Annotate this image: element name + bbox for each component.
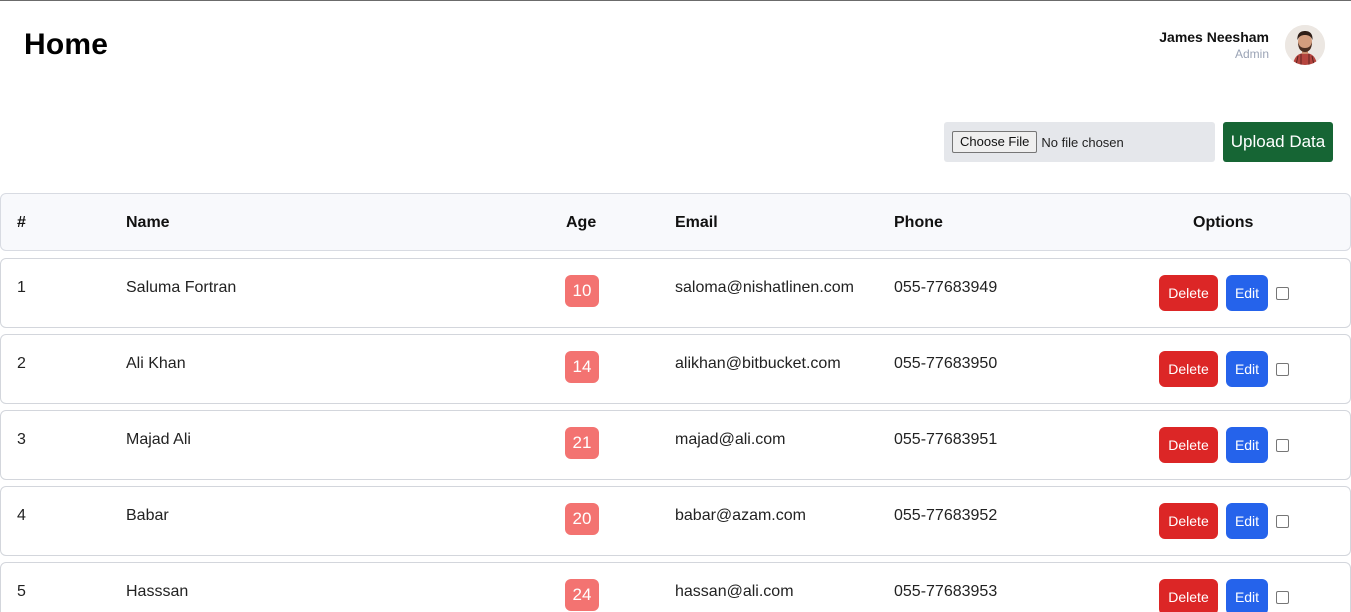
table-header: # Name Age Email Phone Options: [0, 193, 1351, 251]
row-phone: 055-77683950: [894, 355, 998, 372]
row-actions: Delete Edit: [1159, 503, 1289, 539]
row-name: Ali Khan: [126, 355, 186, 372]
file-status: No file chosen: [1041, 134, 1124, 150]
row-name: Majad Ali: [126, 431, 191, 448]
user-profile[interactable]: James Neesham Admin: [1159, 25, 1325, 65]
row-email: hassan@ali.com: [675, 583, 794, 600]
file-input[interactable]: Choose File No file chosen: [944, 122, 1215, 162]
row-email: babar@azam.com: [675, 507, 806, 524]
edit-button[interactable]: Edit: [1226, 275, 1268, 311]
table-row: 2 Ali Khan 14 alikhan@bitbucket.com 055-…: [0, 334, 1351, 404]
page-title: Home: [24, 28, 109, 61]
age-badge: 24: [565, 579, 599, 611]
upload-form: Choose File No file chosen Upload Data: [944, 122, 1333, 162]
row-email: majad@ali.com: [675, 431, 786, 448]
delete-button[interactable]: Delete: [1159, 351, 1218, 387]
column-header-phone: Phone: [894, 214, 943, 231]
row-email: alikhan@bitbucket.com: [675, 355, 841, 372]
age-badge: 21: [565, 427, 599, 459]
delete-button[interactable]: Delete: [1159, 427, 1218, 463]
row-name: Saluma Fortran: [126, 279, 237, 296]
row-email: saloma@nishatlinen.com: [675, 279, 854, 296]
delete-button[interactable]: Delete: [1159, 579, 1218, 612]
edit-button[interactable]: Edit: [1226, 427, 1268, 463]
row-checkbox[interactable]: [1276, 514, 1289, 528]
row-actions: Delete Edit: [1159, 579, 1289, 612]
row-checkbox[interactable]: [1276, 362, 1289, 376]
table-row: 3 Majad Ali 21 majad@ali.com 055-7768395…: [0, 410, 1351, 480]
table-row: 4 Babar 20 babar@azam.com 055-77683952 D…: [0, 486, 1351, 556]
row-name: Babar: [126, 507, 169, 524]
upload-data-button[interactable]: Upload Data: [1223, 122, 1333, 162]
row-phone: 055-77683953: [894, 583, 998, 600]
row-checkbox[interactable]: [1276, 286, 1289, 300]
choose-file-button[interactable]: Choose File: [952, 131, 1038, 153]
row-number: 4: [17, 507, 26, 524]
row-checkbox[interactable]: [1276, 590, 1289, 604]
user-info: James Neesham Admin: [1159, 28, 1269, 62]
age-badge: 20: [565, 503, 599, 535]
delete-button[interactable]: Delete: [1159, 503, 1218, 539]
row-name: Hasssan: [126, 583, 189, 600]
row-phone: 055-77683949: [894, 279, 998, 296]
data-table: # Name Age Email Phone Options 1 Saluma …: [0, 193, 1351, 612]
row-actions: Delete Edit: [1159, 275, 1289, 311]
row-number: 3: [17, 431, 26, 448]
age-badge: 10: [565, 275, 599, 307]
row-phone: 055-77683952: [894, 507, 998, 524]
row-number: 5: [17, 583, 26, 600]
row-phone: 055-77683951: [894, 431, 998, 448]
row-actions: Delete Edit: [1159, 427, 1289, 463]
row-actions: Delete Edit: [1159, 351, 1289, 387]
row-number: 1: [17, 279, 26, 296]
edit-button[interactable]: Edit: [1226, 579, 1268, 612]
age-badge: 14: [565, 351, 599, 383]
edit-button[interactable]: Edit: [1226, 503, 1268, 539]
column-header-age: Age: [566, 214, 597, 231]
edit-button[interactable]: Edit: [1226, 351, 1268, 387]
table-row: 5 Hasssan 24 hassan@ali.com 055-77683953…: [0, 562, 1351, 612]
column-header-options: Options: [1193, 214, 1254, 231]
column-header-email: Email: [675, 214, 718, 231]
delete-button[interactable]: Delete: [1159, 275, 1218, 311]
user-role: Admin: [1234, 47, 1269, 61]
page: Home James Neesham Admin Choose File No …: [0, 0, 1351, 612]
user-name: James Neesham: [1159, 29, 1269, 45]
column-header-number: #: [17, 214, 26, 231]
column-header-name: Name: [126, 214, 170, 231]
row-number: 2: [17, 355, 26, 372]
avatar[interactable]: [1285, 25, 1325, 65]
row-checkbox[interactable]: [1276, 438, 1289, 452]
table-row: 1 Saluma Fortran 10 saloma@nishatlinen.c…: [0, 258, 1351, 328]
